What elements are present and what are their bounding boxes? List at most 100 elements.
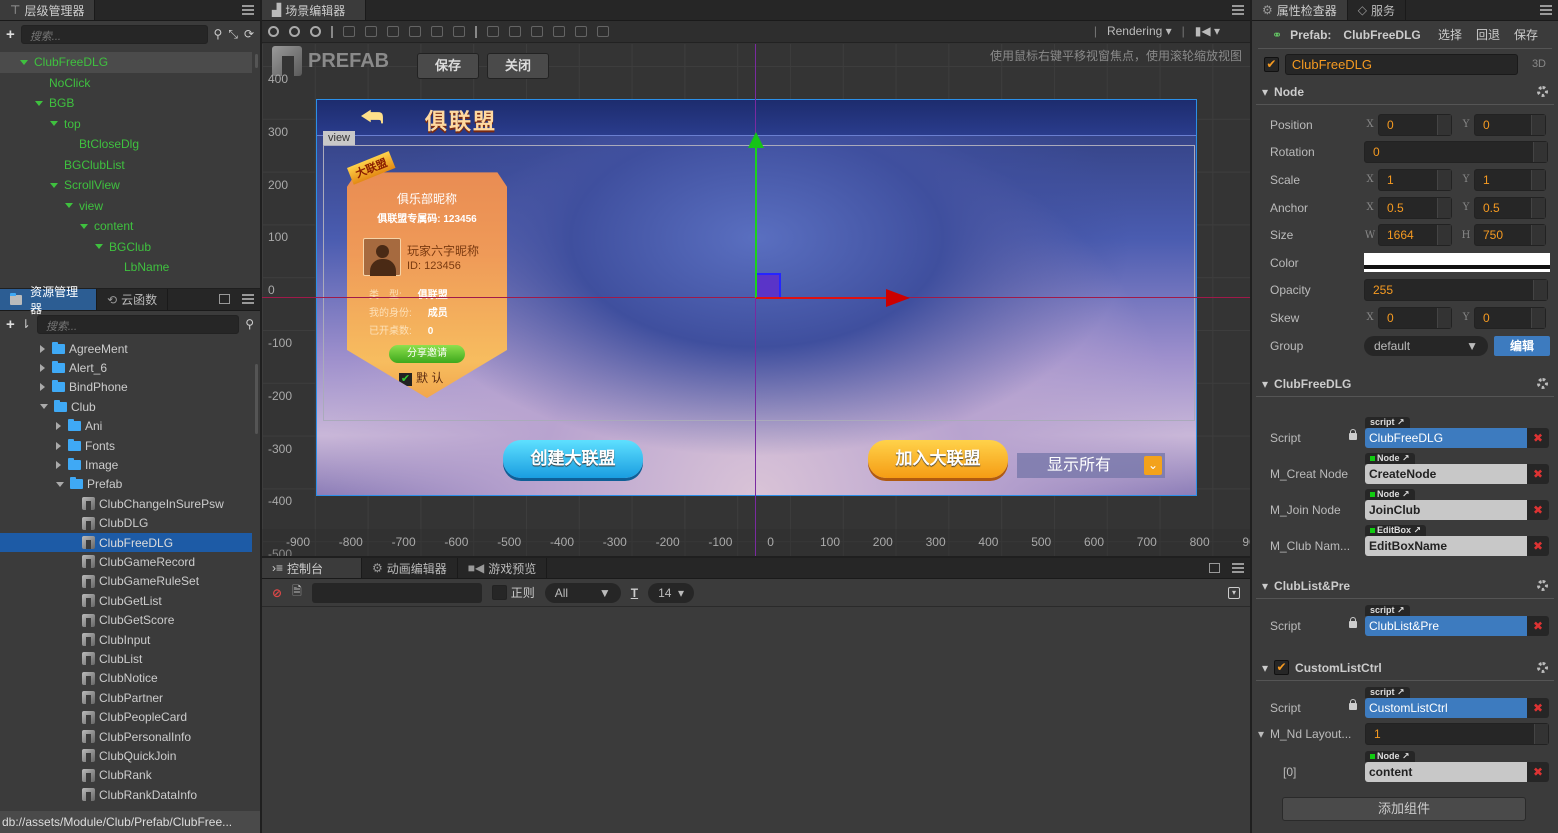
- align-left-icon[interactable]: [409, 26, 421, 37]
- tab-inspector[interactable]: ⚙ 属性检查器: [1252, 0, 1348, 20]
- skew-y-input[interactable]: 0: [1474, 306, 1546, 329]
- asset-item[interactable]: ClubList: [0, 649, 252, 668]
- collapse-console-icon[interactable]: ▾: [1228, 586, 1240, 599]
- distribute-vcenter-icon[interactable]: [509, 26, 521, 37]
- add-node-icon[interactable]: +: [6, 26, 15, 43]
- font-size-select[interactable]: 14 ▾: [648, 582, 695, 603]
- zoom-out-icon[interactable]: [289, 26, 300, 37]
- zoom-reset-icon[interactable]: [310, 26, 321, 37]
- gear-icon[interactable]: [1537, 580, 1548, 592]
- show-all-dropdown[interactable]: 显示所有 ⌄: [1017, 453, 1165, 478]
- asset-item[interactable]: BindPhone: [0, 378, 252, 397]
- asset-item[interactable]: AgreeMent: [0, 339, 252, 358]
- refresh-icon[interactable]: ⟳: [244, 27, 254, 41]
- menu-icon[interactable]: [242, 294, 254, 304]
- tab-animation-editor[interactable]: ⚙ 动画编辑器: [362, 558, 458, 578]
- clubfreedlg-component-header[interactable]: ▾ ClubFreeDLG: [1256, 371, 1554, 398]
- chevron-right-icon[interactable]: [40, 364, 45, 373]
- popout-icon[interactable]: [1209, 563, 1220, 573]
- opacity-input[interactable]: 255: [1364, 279, 1548, 302]
- edit-group-button[interactable]: 编辑: [1494, 335, 1550, 356]
- hierarchy-node[interactable]: top: [0, 114, 252, 135]
- tab-console[interactable]: ›≡ 控制台: [262, 558, 362, 578]
- position-y-input[interactable]: 0: [1474, 113, 1546, 136]
- color-picker[interactable]: [1364, 253, 1550, 273]
- distribute-bottom-icon[interactable]: [531, 26, 543, 37]
- sort-icon[interactable]: ⇂: [21, 317, 31, 331]
- tab-scene-editor[interactable]: ▟ 场景编辑器: [262, 0, 366, 20]
- distribute-left-icon[interactable]: [553, 26, 565, 37]
- expand-arrow-icon[interactable]: [50, 121, 58, 127]
- script-field[interactable]: ClubFreeDLG ✖: [1365, 428, 1549, 449]
- move-gizmo-x-handle[interactable]: [756, 289, 910, 307]
- remove-icon[interactable]: ✖: [1527, 698, 1549, 719]
- expand-arrow-icon[interactable]: [50, 182, 58, 188]
- hierarchy-node[interactable]: ScrollView: [0, 175, 252, 196]
- chevron-right-icon[interactable]: [40, 344, 45, 353]
- node-active-checkbox[interactable]: ✔: [1264, 56, 1279, 72]
- scale-x-input[interactable]: 1: [1378, 168, 1452, 191]
- expand-arrow-icon[interactable]: [20, 59, 28, 65]
- tab-cloud-functions[interactable]: ⟲ 云函数: [97, 289, 169, 310]
- scale-y-input[interactable]: 1: [1474, 168, 1546, 191]
- rotation-input[interactable]: 0: [1364, 141, 1548, 164]
- assets-search-input[interactable]: 搜索...: [36, 314, 240, 334]
- align-hcenter-icon[interactable]: [431, 26, 443, 37]
- join-node-field[interactable]: JoinClub ✖: [1365, 500, 1549, 521]
- menu-icon[interactable]: [1540, 5, 1552, 15]
- clear-icon[interactable]: ⊘: [272, 586, 282, 600]
- distribute-hcenter-icon[interactable]: [575, 26, 587, 37]
- menu-icon[interactable]: [1232, 563, 1244, 573]
- hierarchy-node[interactable]: NoClick: [0, 73, 252, 94]
- rendering-dropdown[interactable]: Rendering ▾: [1107, 24, 1172, 38]
- expand-arrow-icon[interactable]: [80, 223, 88, 229]
- asset-item[interactable]: ClubInput: [0, 630, 252, 649]
- align-vcenter-icon[interactable]: [365, 26, 377, 37]
- creat-node-field[interactable]: CreateNode ✖: [1365, 464, 1549, 485]
- tab-hierarchy[interactable]: ⊤ 层级管理器: [0, 0, 96, 20]
- asset-item[interactable]: Fonts: [0, 436, 252, 455]
- add-component-button[interactable]: 添加组件: [1282, 797, 1526, 821]
- asset-item[interactable]: ClubGetScore: [0, 610, 252, 629]
- prefab-close-button[interactable]: 关闭: [487, 53, 549, 79]
- layout-item-0-field[interactable]: content ✖: [1365, 762, 1549, 783]
- asset-item[interactable]: ClubQuickJoin: [0, 746, 252, 765]
- hierarchy-search-input[interactable]: 搜索...: [20, 24, 208, 44]
- tab-game-preview[interactable]: ■◀ 游戏预览: [457, 558, 548, 578]
- align-top-icon[interactable]: [343, 26, 355, 37]
- prefab-select-button[interactable]: 选择: [1438, 26, 1462, 43]
- hierarchy-node[interactable]: view: [0, 196, 252, 217]
- remove-icon[interactable]: ✖: [1527, 536, 1549, 557]
- chevron-right-icon[interactable]: [56, 422, 61, 431]
- camera-dropdown[interactable]: ▮◀ ▾: [1195, 24, 1220, 38]
- prefab-apply-button[interactable]: 保存: [1514, 26, 1538, 43]
- gear-icon[interactable]: [1537, 86, 1548, 97]
- chevron-right-icon[interactable]: [56, 441, 61, 450]
- hierarchy-node[interactable]: BtCloseDlg: [0, 134, 252, 155]
- node-name-input[interactable]: ClubFreeDLG: [1284, 53, 1518, 75]
- remove-icon[interactable]: ✖: [1527, 762, 1549, 783]
- distribute-top-icon[interactable]: [487, 26, 499, 37]
- share-invite-button[interactable]: 分享邀请: [389, 345, 465, 363]
- asset-item[interactable]: ClubPeopleCard: [0, 707, 252, 726]
- club-card[interactable]: 俱乐部昵称 俱联盟专属码: 123456 玩家六字昵称 ID: 123456 类…: [347, 172, 507, 398]
- asset-item[interactable]: ClubChangeInSurePsw: [0, 494, 252, 513]
- create-alliance-button[interactable]: 创建大联盟: [503, 440, 643, 478]
- asset-item[interactable]: ClubFreeDLG: [0, 532, 252, 553]
- remove-icon[interactable]: ✖: [1527, 464, 1549, 485]
- menu-icon[interactable]: [242, 5, 254, 15]
- 3d-toggle[interactable]: 3D: [1532, 58, 1546, 70]
- expand-arrow-icon[interactable]: [65, 203, 73, 209]
- node-section-header[interactable]: ▾ Node: [1256, 79, 1554, 105]
- asset-item[interactable]: ClubGameRuleSet: [0, 572, 252, 591]
- customlistctrl-component-header[interactable]: ▾ ✔ CustomListCtrl: [1256, 655, 1554, 682]
- console-filter-input[interactable]: [311, 582, 482, 603]
- remove-icon[interactable]: ✖: [1527, 616, 1549, 637]
- chevron-down-icon[interactable]: [40, 404, 48, 410]
- popout-icon[interactable]: [219, 294, 230, 304]
- hierarchy-node[interactable]: BGB: [0, 93, 252, 114]
- asset-item[interactable]: Prefab: [0, 475, 252, 494]
- log-file-icon[interactable]: 🗎: [292, 582, 302, 603]
- clublist-component-header[interactable]: ▾ ClubList&Pre: [1256, 573, 1554, 600]
- chevron-down-icon[interactable]: [56, 481, 64, 487]
